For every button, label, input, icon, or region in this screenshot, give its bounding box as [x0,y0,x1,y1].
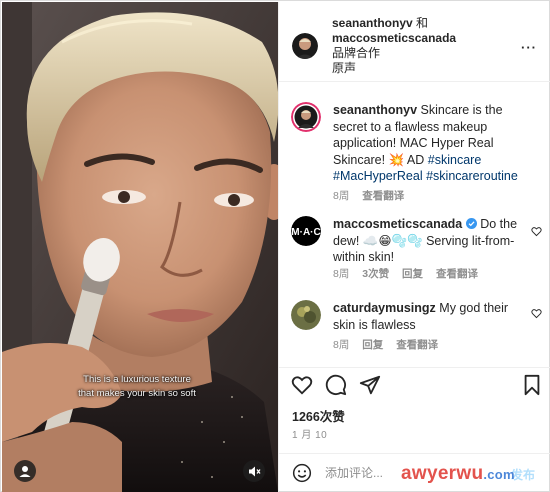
paid-partnership-label[interactable]: 品牌合作 [332,46,456,61]
comment-meta: 8周 查看翻译 [333,188,414,203]
post-window: This is a luxurious texture that makes y… [0,0,550,492]
site-watermark: awyerwu.com [401,463,515,485]
comment-time[interactable]: 8周 [333,339,349,351]
comment-username[interactable]: maccosmeticscanada [333,217,462,231]
comment-username[interactable]: seananthonyv [333,103,417,117]
verified-badge-icon [465,218,477,229]
mute-button[interactable] [243,460,265,482]
watermark-text: awyerwu [401,463,484,484]
reply-link[interactable]: 回复 [362,339,383,351]
video-caption: This is a luxurious texture that makes y… [32,373,242,401]
post-actions-bar [279,367,550,407]
commenter-avatar[interactable] [291,300,321,330]
like-heart-icon[interactable] [291,374,313,396]
speaker-muted-icon [248,466,261,476]
tagged-users-button[interactable] [14,460,36,482]
reply-link[interactable]: 回复 [402,268,423,280]
likes-count[interactable]: 1266次赞 [292,406,345,425]
emoji-smile-icon[interactable] [292,463,312,483]
video-frame-image [2,2,278,492]
post-date: 1 月 10 [292,430,328,441]
video-caption-line-2: that makes your skin so soft [78,388,196,399]
author-username[interactable]: seananthonyv [332,16,413,30]
post-side-panel: seananthonyv 和 maccosmeticscanada 品牌合作 原… [278,2,550,492]
more-options-icon[interactable]: ··· [521,40,537,55]
author-avatar[interactable] [292,33,318,59]
comment-likes[interactable]: 3次赞 [362,268,389,280]
commenter-avatar[interactable] [291,102,321,132]
comment-item: caturdaymusingz My god their skin is fla… [279,300,550,360]
like-comment-heart-icon[interactable] [531,226,542,237]
commenter-avatar[interactable]: M·A·C [291,216,321,246]
video-caption-line-1: This is a luxurious texture [83,374,191,385]
see-translation-link[interactable]: 查看翻译 [362,190,404,202]
post-header: seananthonyv 和 maccosmeticscanada 品牌合作 原… [279,2,550,82]
comment-bubble-icon[interactable] [325,374,347,396]
comments-list: seananthonyv Skincare is the secret to a… [279,82,550,367]
user-icon [19,466,31,477]
original-audio-link[interactable]: 原声 [332,61,456,76]
author-connector: 和 [416,16,429,30]
comment-meta: 8周 回复 查看翻译 [333,337,448,352]
like-comment-heart-icon[interactable] [531,308,542,319]
comment-body: maccosmeticscanada Do the dew! ☁️😁🫧🫧 Ser… [333,216,523,266]
caption-comment: seananthonyv Skincare is the secret to a… [279,102,550,212]
comment-time[interactable]: 8周 [333,268,349,280]
comment-body: seananthonyv Skincare is the secret to a… [333,102,523,185]
post-video[interactable]: This is a luxurious texture that makes y… [2,2,278,492]
coauthor-username[interactable]: maccosmeticscanada [332,31,456,46]
comment-meta: 8周 3次赞 回复 查看翻译 [333,266,488,281]
comment-time[interactable]: 8周 [333,190,349,202]
see-translation-link[interactable]: 查看翻译 [436,268,478,280]
comment-item: M·A·C maccosmeticscanada Do the dew! ☁️😁… [279,216,550,286]
comment-username[interactable]: caturdaymusingz [333,301,436,315]
see-translation-link[interactable]: 查看翻译 [396,339,438,351]
post-header-text: seananthonyv 和 maccosmeticscanada 品牌合作 原… [332,16,456,76]
comment-body: caturdaymusingz My god their skin is fla… [333,300,523,333]
svg-text:M·A·C: M·A·C [291,227,320,238]
share-paper-plane-icon[interactable] [359,374,381,396]
watermark-suffix: .com [483,467,515,482]
save-bookmark-icon[interactable] [521,374,543,396]
